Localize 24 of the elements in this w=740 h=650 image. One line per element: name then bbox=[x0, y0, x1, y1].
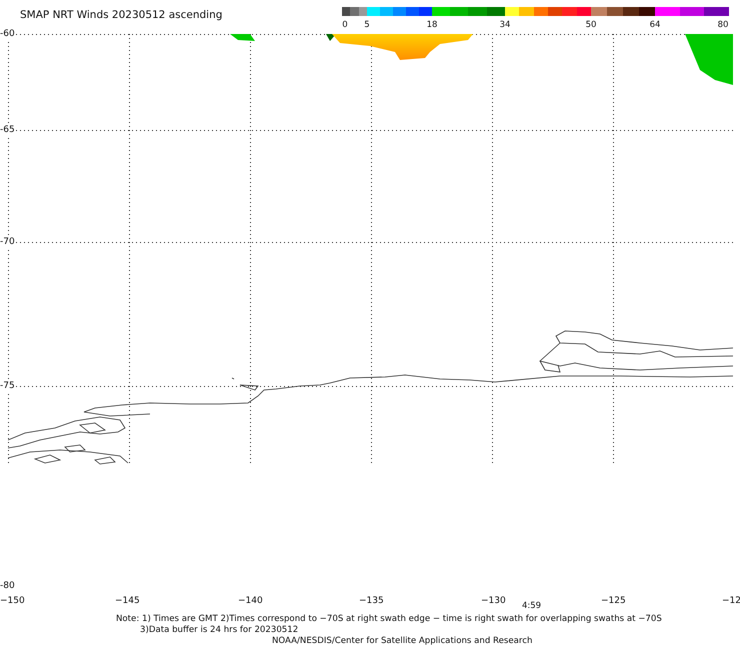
note-text: 3)Data buffer is 24 hrs for 20230512 bbox=[139, 625, 300, 636]
longitude-label: −125 bbox=[601, 596, 626, 606]
note-text: NOAA/NESDIS/Center for Satellite Applications and Research bbox=[271, 636, 534, 647]
colorbar-tick-label: 34 bbox=[500, 20, 510, 30]
latitude-label: -60 bbox=[0, 29, 15, 39]
colorbar-tick-label: 18 bbox=[426, 20, 438, 30]
longitude-label: −150 bbox=[0, 596, 25, 606]
colorbar-tick-label: 5 bbox=[364, 20, 370, 30]
latitude-label: -80 bbox=[0, 581, 15, 591]
latitude-label: -70 bbox=[0, 237, 15, 247]
colorbar-tick-label: 64 bbox=[650, 20, 660, 30]
plot-title: SMAP NRT Winds 20230512 ascending bbox=[19, 8, 224, 21]
latitude-label: -75 bbox=[0, 381, 15, 391]
longitude-label: −130 bbox=[481, 596, 506, 606]
longitude-label: −135 bbox=[359, 596, 384, 606]
colorbar-tick-label: 0 bbox=[342, 20, 348, 30]
longitude-label: −12 bbox=[722, 596, 740, 606]
time-label: 4:59 bbox=[522, 601, 542, 611]
colorbar-tick-label: 80 bbox=[718, 20, 728, 30]
longitude-label: −145 bbox=[115, 596, 140, 606]
note-text: Note: 1) Times are GMT 2)Times correspond to −70S at right swath edge − time is right swath for overlapping swaths at −70S bbox=[115, 614, 663, 625]
latitude-label: -65 bbox=[0, 125, 15, 135]
colorbar-tick-label: 50 bbox=[586, 20, 596, 30]
longitude-label: −140 bbox=[238, 596, 263, 606]
